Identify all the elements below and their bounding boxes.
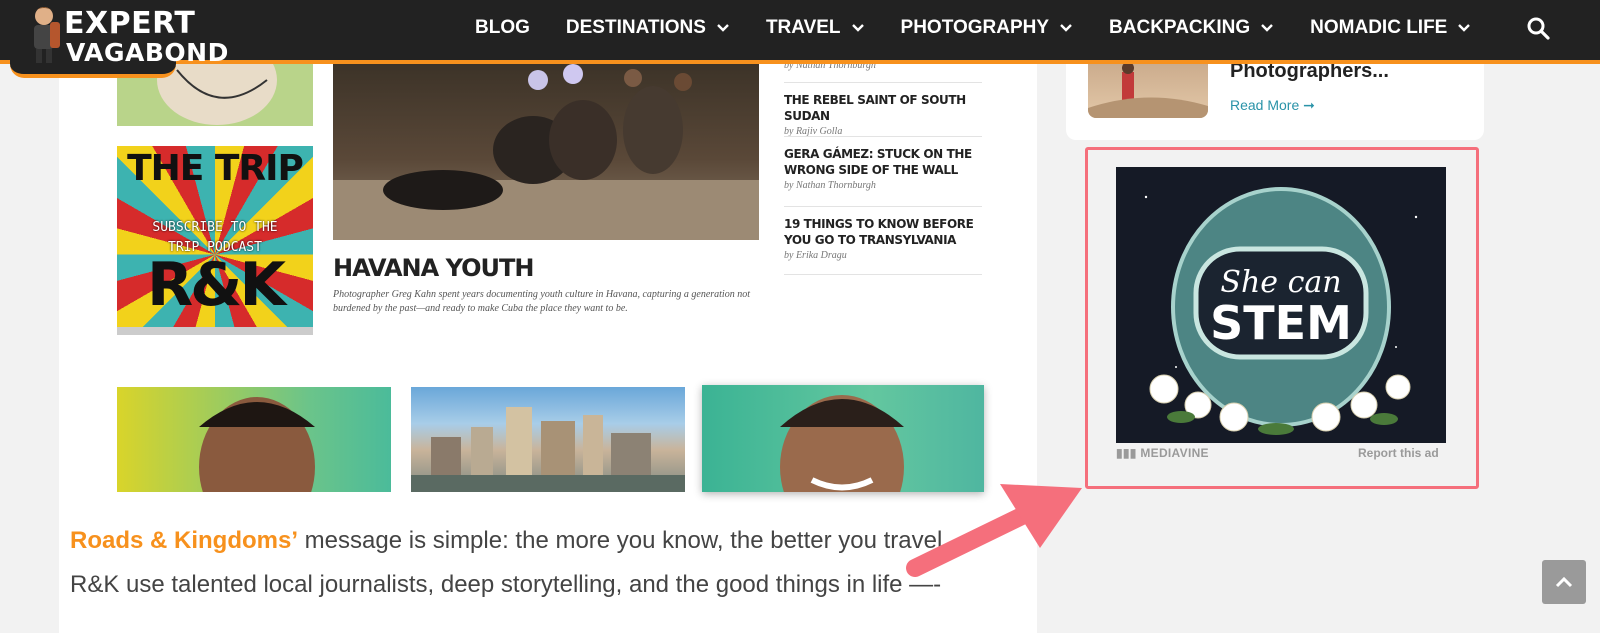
logo-text-vagabond: VAGABOND <box>66 38 229 67</box>
chevron-down-icon <box>1458 24 1471 32</box>
side-list-item[interactable]: THE REBEL SAINT OF SOUTH SUDAN by Rajiv … <box>784 82 982 137</box>
divider <box>784 274 982 276</box>
ad-text-stem: STEM <box>1210 296 1352 350</box>
side-list-item[interactable]: 19 THINGS TO KNOW BEFORE YOU GO TO TRANS… <box>784 206 982 261</box>
nav-item-travel[interactable]: TRAVEL <box>766 17 865 39</box>
nav-item-nomadic-life[interactable]: NOMADIC LIFE <box>1310 17 1471 39</box>
havana-youth-caption: Photographer Greg Kahn spent years docum… <box>333 289 750 314</box>
nav-item-destinations[interactable]: DESTINATIONS <box>566 17 730 39</box>
chevron-down-icon <box>1060 24 1072 32</box>
mediavine-logo: ▮▮▮ MEDIAVINE <box>1116 446 1209 460</box>
portrait-thumbnail[interactable] <box>117 387 391 492</box>
article-content: THE TRIP SUBSCRIBE TO THE TRIP PODCAST R… <box>59 60 1037 633</box>
nav-item-blog[interactable]: BLOG <box>475 17 530 39</box>
trip-card-title: THE TRIP <box>127 148 304 189</box>
roads-kingdoms-screenshot: THE TRIP SUBSCRIBE TO THE TRIP PODCAST R… <box>59 60 1037 492</box>
havana-youth-title[interactable]: HAVANA YOUTH <box>333 254 534 282</box>
body-paragraph: Roads & Kingdoms’ message is simple: the… <box>70 527 949 554</box>
chevron-down-icon <box>851 24 864 32</box>
search-icon[interactable] <box>1526 16 1550 40</box>
side-list-item[interactable]: GERA GÁMEZ: STUCK ON THE WRONG SIDE OF T… <box>784 136 982 191</box>
roads-kingdoms-link[interactable]: Roads & Kingdoms’ <box>70 527 298 554</box>
the-trip-podcast-card[interactable]: THE TRIP SUBSCRIBE TO THE TRIP PODCAST R… <box>117 146 313 327</box>
related-post-thumbnail[interactable] <box>1088 58 1208 118</box>
havana-youth-photo[interactable] <box>333 60 759 240</box>
read-more-link[interactable]: Read More ➞ <box>1230 97 1315 114</box>
nav-item-photography[interactable]: PHOTOGRAPHY <box>901 17 1074 39</box>
chevron-down-icon <box>1261 24 1273 32</box>
chevron-up-icon <box>1555 576 1573 588</box>
nav-item-backpacking[interactable]: BACKPACKING <box>1109 17 1274 39</box>
main-nav: BLOG DESTINATIONS TRAVEL PHOTOGRAPHY BAC… <box>475 0 1507 56</box>
back-to-top-button[interactable] <box>1542 560 1586 604</box>
vagabond-mascot-icon <box>34 7 60 63</box>
portrait-thumbnail[interactable] <box>702 385 984 492</box>
card-shadow <box>117 327 313 335</box>
advertisement-image[interactable]: She can STEM <box>1116 167 1446 443</box>
city-skyline-thumbnail[interactable] <box>411 387 685 492</box>
report-ad-link[interactable]: Report this ad <box>1358 446 1439 460</box>
logo-text-expert: EXPERT <box>64 6 196 41</box>
body-paragraph: R&K use talented local journalists, deep… <box>70 571 942 598</box>
site-logo[interactable]: EXPERT VAGABOND <box>10 0 228 78</box>
mediavine-icon: ▮▮▮ <box>1116 446 1137 460</box>
chevron-down-icon <box>717 24 729 32</box>
trip-card-brand: R&K <box>146 250 286 320</box>
ad-text-she-can: She can <box>1220 265 1341 300</box>
site-header: BLOG DESTINATIONS TRAVEL PHOTOGRAPHY BAC… <box>0 0 1600 64</box>
